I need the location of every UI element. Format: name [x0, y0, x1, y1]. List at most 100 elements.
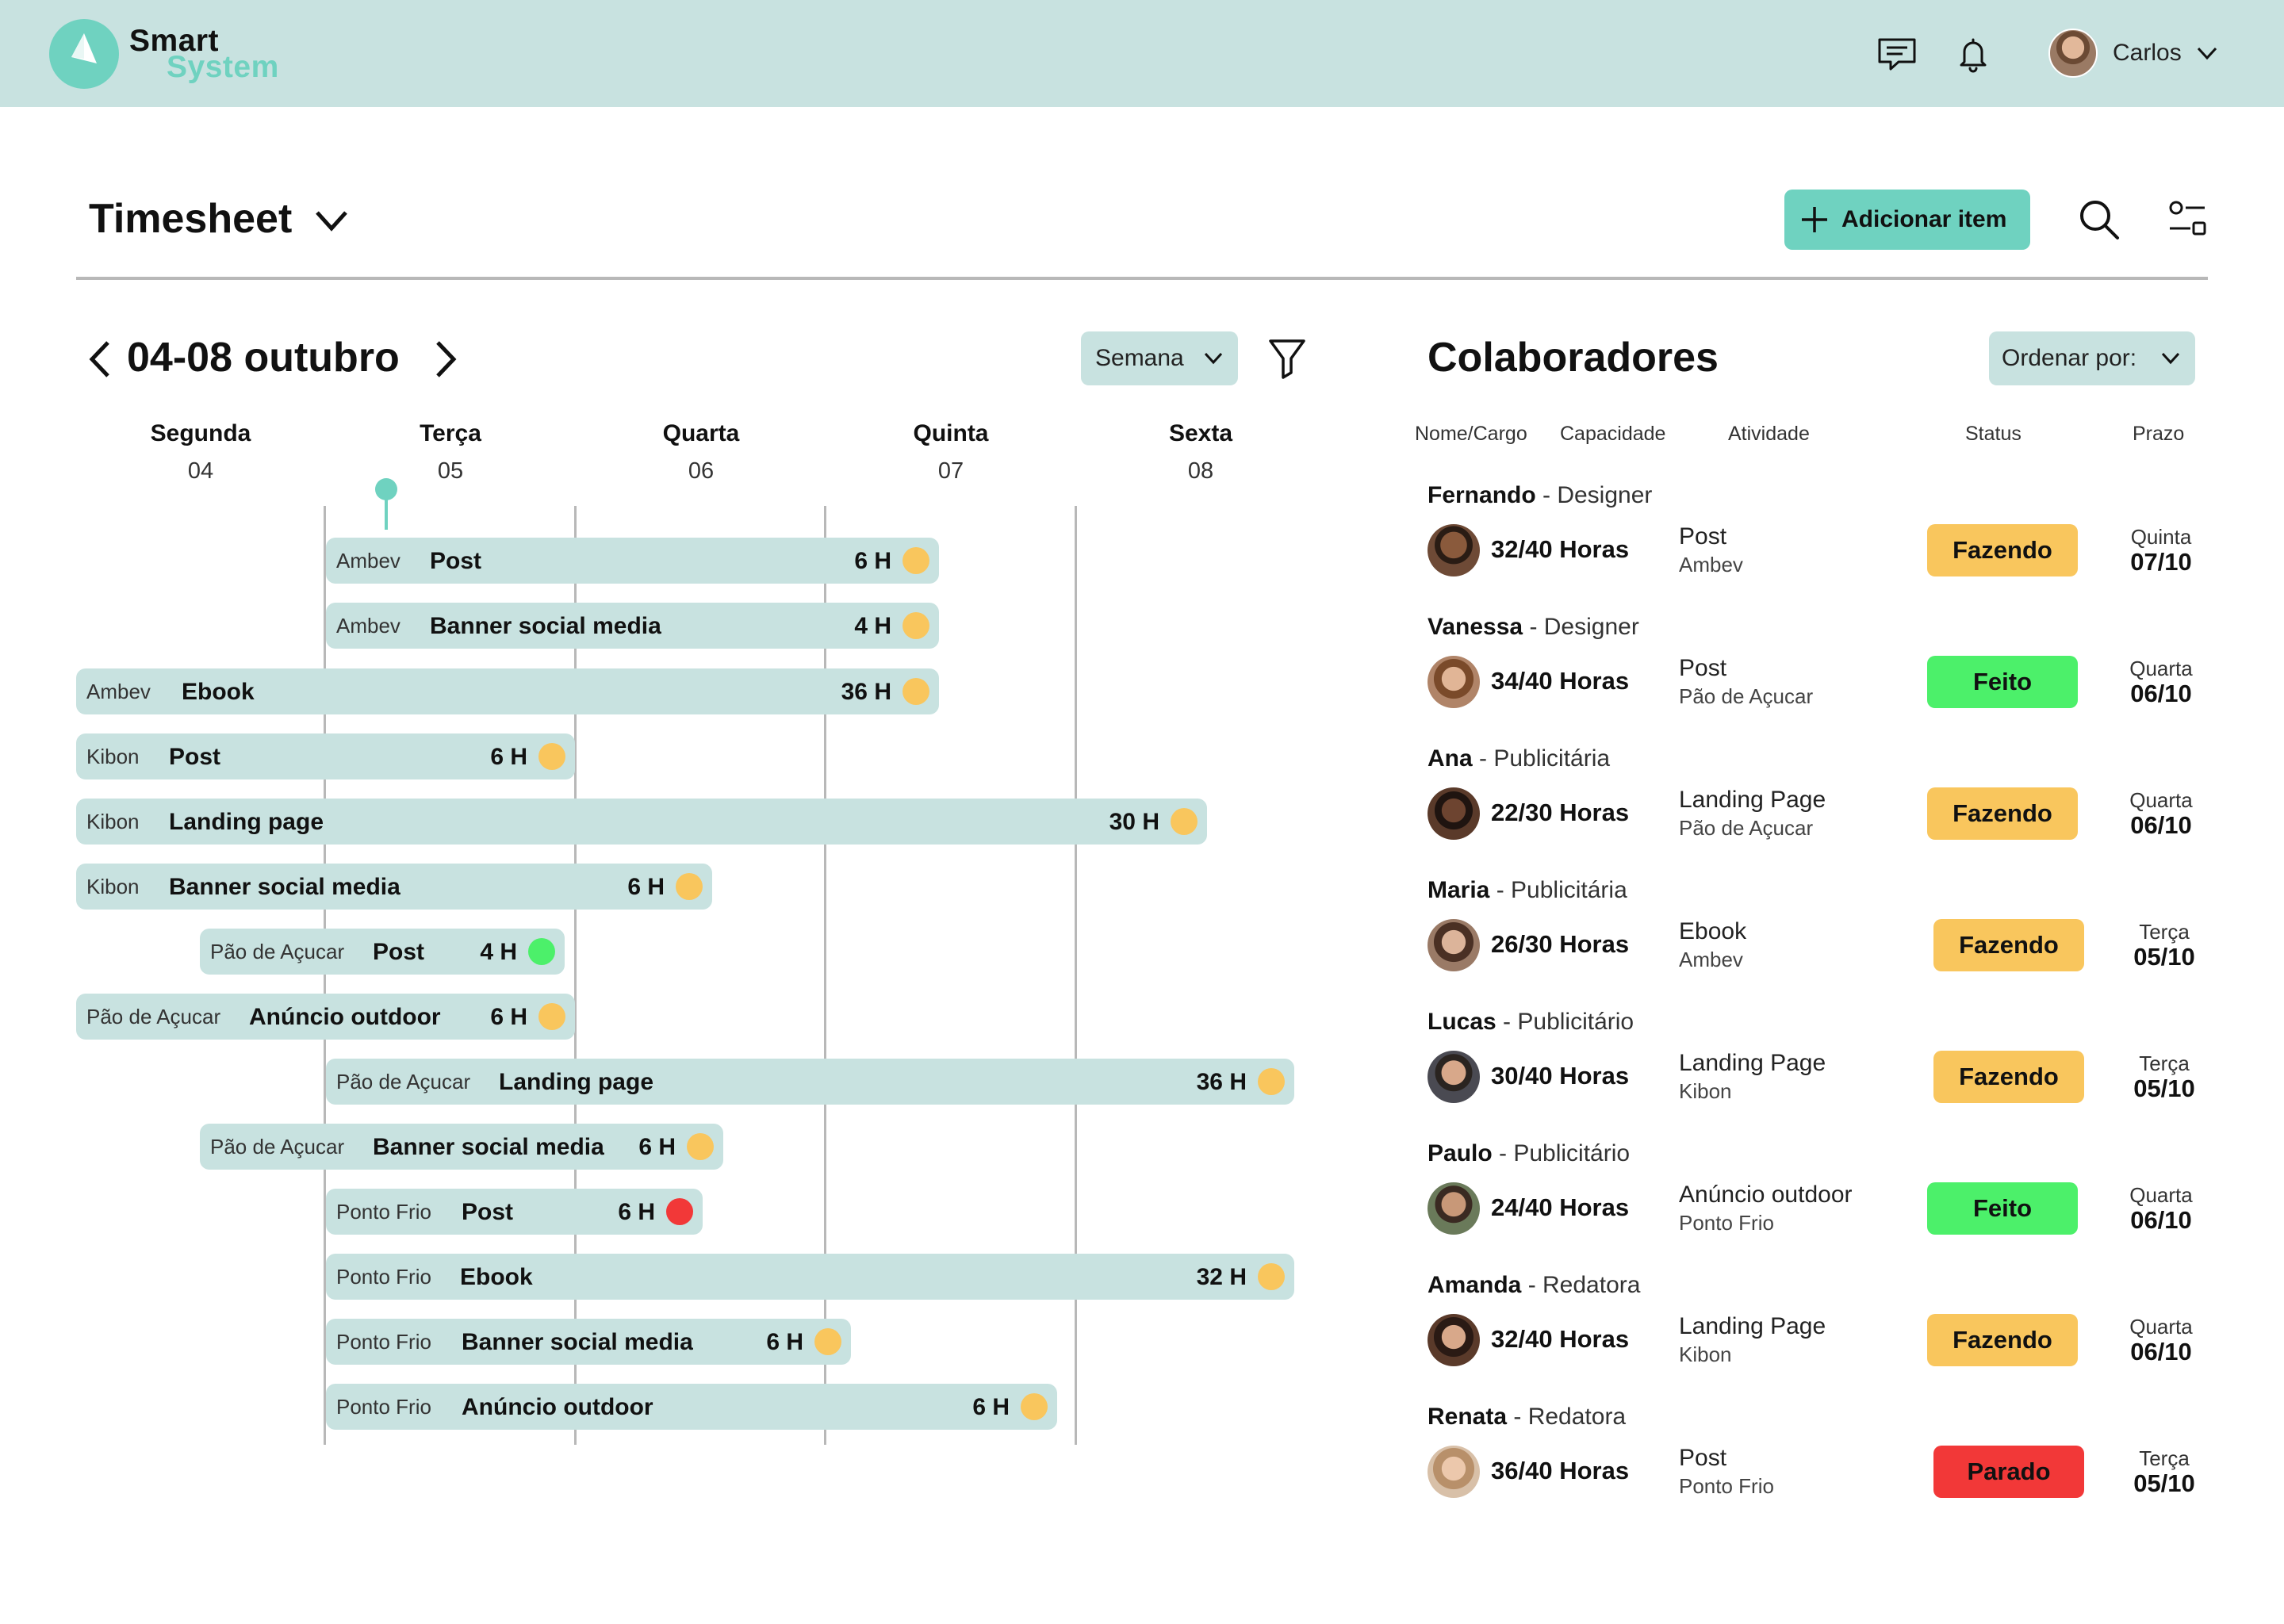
- task-hours: 6 H: [627, 874, 665, 900]
- user-name[interactable]: Carlos: [2113, 40, 2182, 67]
- day-header-wednesday: Quarta 06: [622, 420, 780, 485]
- column-header-name[interactable]: Nome/Cargo: [1415, 423, 1527, 446]
- task-hours: 36 H: [1196, 1069, 1247, 1095]
- add-item-button[interactable]: Adicionar item: [1784, 190, 2030, 250]
- chevron-right-icon[interactable]: [431, 339, 460, 379]
- due-day: Quarta: [2129, 1315, 2193, 1339]
- column-header-status[interactable]: Status: [1965, 423, 2021, 446]
- collaborator-avatar[interactable]: [1428, 1182, 1480, 1235]
- user-avatar[interactable]: [2048, 29, 2098, 78]
- settings-sliders-icon[interactable]: [2167, 198, 2208, 239]
- task-name: Anúncio outdoor: [462, 1394, 653, 1420]
- task-bar[interactable]: Ponto Frio Post 6 H: [326, 1189, 703, 1235]
- chevron-down-icon[interactable]: [2195, 41, 2219, 65]
- collaborator-avatar[interactable]: [1428, 1446, 1480, 1498]
- filter-icon[interactable]: [1267, 336, 1307, 381]
- add-item-label: Adicionar item: [1841, 206, 2007, 232]
- task-name: Landing page: [169, 809, 324, 835]
- collaborator-activity: Post: [1679, 1445, 1727, 1471]
- task-name: Banner social media: [462, 1329, 693, 1355]
- task-hours: 4 H: [480, 939, 517, 965]
- task-name: Anúncio outdoor: [249, 1004, 441, 1030]
- notification-bell-icon[interactable]: [1951, 32, 1995, 76]
- task-bar[interactable]: Pão de Açucar Banner social media 6 H: [200, 1124, 723, 1170]
- day-name: Segunda: [150, 420, 251, 446]
- collaborator-role: - Designer: [1523, 614, 1639, 640]
- day-date: 07: [937, 458, 964, 484]
- date-range-label: 04-08 outubro: [127, 335, 400, 381]
- collaborator-role: - Designer: [1535, 482, 1653, 508]
- task-hours: 4 H: [854, 613, 891, 639]
- task-client: Kibon: [86, 745, 140, 768]
- status-badge[interactable]: Fazendo: [1933, 1051, 2084, 1103]
- task-client: Kibon: [86, 810, 140, 833]
- logo-icon[interactable]: [49, 19, 119, 89]
- collaborator-role: - Publicitária: [1489, 877, 1627, 903]
- status-badge[interactable]: Fazendo: [1927, 787, 2078, 840]
- task-bar[interactable]: Ambev Banner social media 4 H: [326, 603, 939, 649]
- search-icon[interactable]: [2076, 197, 2122, 243]
- task-bar[interactable]: Pão de Açucar Anúncio outdoor 6 H: [76, 994, 575, 1040]
- column-header-capacity[interactable]: Capacidade: [1560, 423, 1665, 446]
- view-select[interactable]: Semana: [1081, 331, 1238, 385]
- task-bar[interactable]: Ponto Frio Banner social media 6 H: [326, 1319, 851, 1365]
- due-date: 05/10: [2133, 943, 2195, 971]
- chevron-left-icon[interactable]: [86, 339, 114, 379]
- chevron-down-icon[interactable]: [313, 205, 350, 236]
- collaborator-avatar[interactable]: [1428, 656, 1480, 708]
- collaborator-capacity: 30/40 Horas: [1491, 1062, 1630, 1090]
- collaborator-avatar[interactable]: [1428, 787, 1480, 840]
- day-name: Quarta: [662, 420, 740, 446]
- task-name: Banner social media: [430, 613, 661, 639]
- due-day: Terça: [2139, 1051, 2190, 1075]
- task-bar[interactable]: Pão de Açucar Post 4 H: [200, 929, 565, 975]
- collaborator-name-role: Amanda - Redatora: [1428, 1272, 1640, 1299]
- day-header-tuesday: Terça 05: [371, 420, 530, 485]
- column-header-activity[interactable]: Atividade: [1728, 423, 1810, 446]
- messages-icon[interactable]: [1875, 32, 1919, 76]
- collaborator-avatar[interactable]: [1428, 524, 1480, 576]
- task-name: Post: [169, 744, 221, 770]
- task-bar[interactable]: Ponto Frio Ebook 32 H: [326, 1254, 1294, 1300]
- task-bar[interactable]: Kibon Post 6 H: [76, 733, 575, 779]
- plus-icon: [1802, 207, 1827, 232]
- collaborator-role: - Redatora: [1507, 1404, 1627, 1430]
- task-bar[interactable]: Ponto Frio Anúncio outdoor 6 H: [326, 1384, 1057, 1430]
- day-date: 04: [187, 458, 214, 484]
- sort-select[interactable]: Ordenar por:: [1989, 331, 2195, 385]
- task-bar[interactable]: Ambev Ebook 36 H: [76, 668, 939, 714]
- collaborator-name-role: Ana - Publicitária: [1428, 745, 1610, 772]
- task-client: Ambev: [336, 614, 400, 638]
- day-header-monday: Segunda 04: [121, 420, 280, 485]
- status-badge[interactable]: Feito: [1927, 656, 2078, 708]
- collaborator-name: Amanda: [1428, 1272, 1522, 1298]
- status-badge[interactable]: Fazendo: [1927, 524, 2078, 576]
- task-hours: 6 H: [766, 1329, 803, 1355]
- collaborator-activity-client: Ponto Frio: [1679, 1474, 1774, 1498]
- collaborators-title: Colaboradores: [1428, 335, 1719, 381]
- task-status-dot: [902, 612, 929, 639]
- status-badge[interactable]: Parado: [1933, 1446, 2084, 1498]
- task-status-dot: [1258, 1263, 1285, 1290]
- task-client: Ambev: [86, 680, 151, 703]
- collaborator-activity-client: Pão de Açucar: [1679, 816, 1814, 840]
- due-date: 05/10: [2133, 1074, 2195, 1102]
- task-bar[interactable]: Ambev Post 6 H: [326, 538, 939, 584]
- collaborator-capacity: 24/40 Horas: [1491, 1193, 1630, 1221]
- status-badge[interactable]: Fazendo: [1933, 919, 2084, 971]
- collaborator-avatar[interactable]: [1428, 1051, 1480, 1103]
- task-bar[interactable]: Kibon Banner social media 6 H: [76, 864, 712, 910]
- collaborator-avatar[interactable]: [1428, 1314, 1480, 1366]
- status-badge[interactable]: Feito: [1927, 1182, 2078, 1235]
- collaborator-activity-client: Ambev: [1679, 948, 1743, 971]
- status-badge[interactable]: Fazendo: [1927, 1314, 2078, 1366]
- task-hours: 30 H: [1109, 809, 1159, 835]
- collaborator-capacity: 36/40 Horas: [1491, 1457, 1630, 1484]
- task-bar[interactable]: Pão de Açucar Landing page 36 H: [326, 1059, 1294, 1105]
- task-client: Ambev: [336, 549, 400, 573]
- collaborator-avatar[interactable]: [1428, 919, 1480, 971]
- chevron-down-icon: [1204, 352, 1223, 365]
- task-bar[interactable]: Kibon Landing page 30 H: [76, 799, 1207, 845]
- collaborator-name: Paulo: [1428, 1140, 1493, 1166]
- column-header-due[interactable]: Prazo: [2133, 423, 2184, 446]
